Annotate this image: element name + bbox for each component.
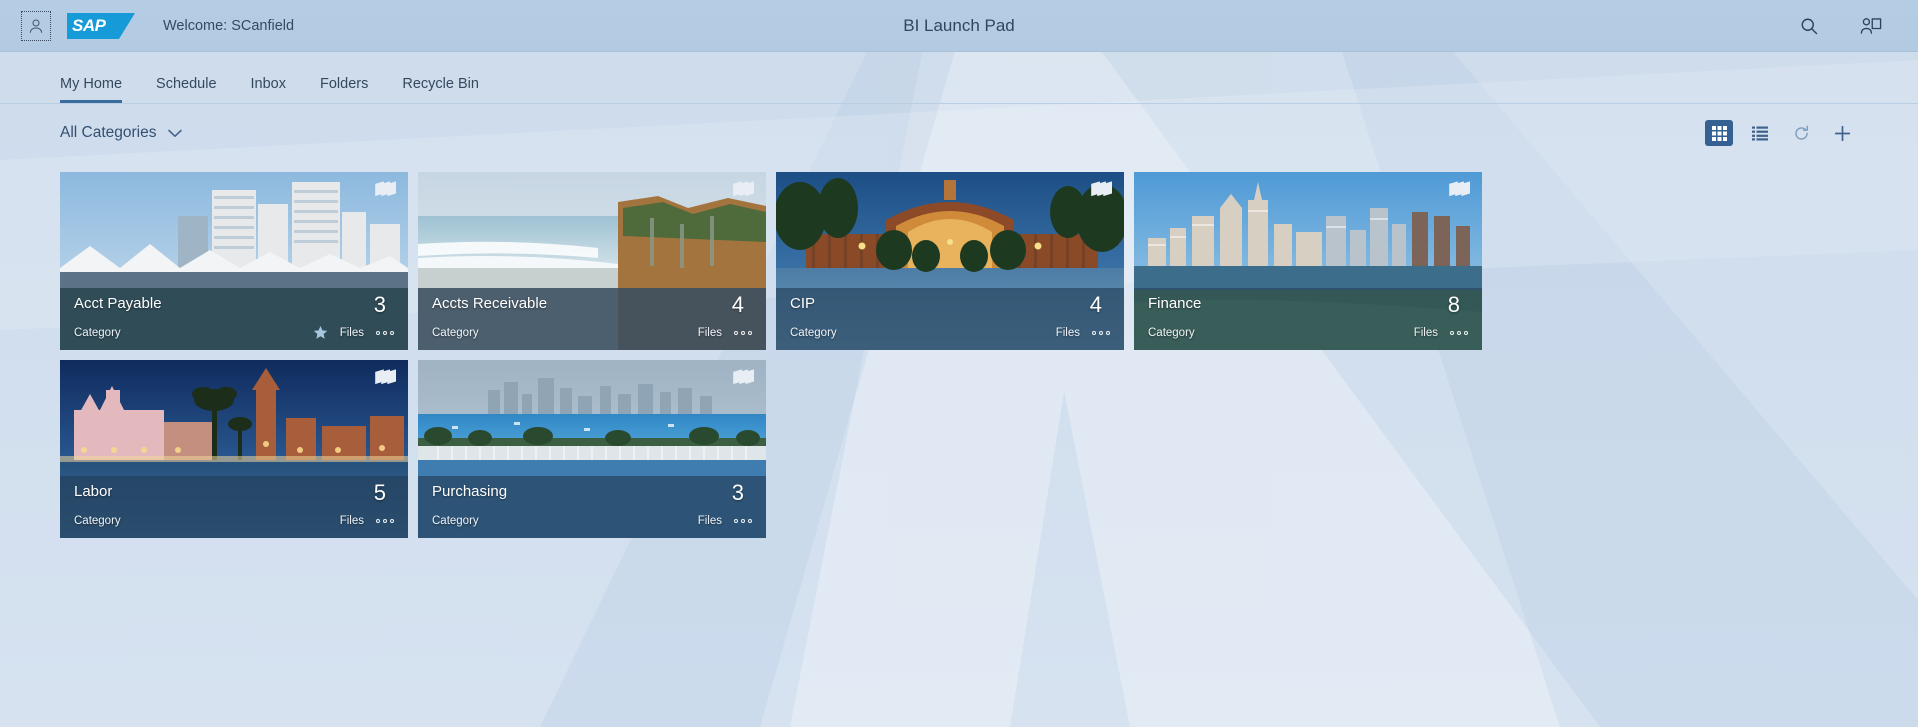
tab-my-home[interactable]: My Home	[60, 76, 139, 103]
tile-files-label: Files	[339, 326, 364, 339]
tab-list: My Home Schedule Inbox Folders Recycle B…	[30, 76, 496, 103]
main-navigation: My Home Schedule Inbox Folders Recycle B…	[0, 52, 1918, 104]
category-filter-dropdown[interactable]: All Categories	[60, 124, 182, 142]
header-actions	[1796, 13, 1884, 39]
user-card-button[interactable]	[1858, 13, 1884, 39]
more-options-button[interactable]	[734, 518, 752, 523]
tile-info-overlay: Acct Payable 3 Category Files	[60, 288, 408, 350]
tile-files-label: Files	[339, 514, 364, 527]
category-tile[interactable]: Acct Payable 3 Category Files	[60, 172, 408, 350]
layers-icon	[375, 181, 396, 197]
tile-subtitle: Category	[74, 326, 121, 339]
more-options-button[interactable]	[376, 518, 394, 523]
tab-inbox[interactable]: Inbox	[234, 76, 303, 103]
tile-title: Finance	[1148, 295, 1202, 312]
tile-info-overlay: Accts Receivable 4 Category Files	[418, 288, 766, 350]
tile-files-label: Files	[1413, 326, 1438, 339]
sap-logo: SAP	[67, 12, 135, 39]
tile-files-label: Files	[1055, 326, 1080, 339]
tile-info-overlay: Labor 5 Category Files	[60, 476, 408, 538]
refresh-icon	[1794, 125, 1808, 140]
welcome-message: Welcome: SCanfield	[163, 17, 295, 34]
tile-info-overlay: Purchasing 3 Category Files	[418, 476, 766, 538]
category-tile[interactable]: Labor 5 Category Files	[60, 360, 408, 538]
tile-view-button[interactable]	[1705, 120, 1733, 146]
grid-icon	[1711, 125, 1727, 141]
refresh-button[interactable]	[1787, 120, 1815, 146]
view-toolbar	[1705, 120, 1856, 146]
category-filter-label: All Categories	[60, 124, 157, 141]
more-options-button[interactable]	[1092, 330, 1110, 335]
tile-subtitle: Category	[432, 326, 479, 339]
tile-info-overlay: CIP 4 Category Files	[776, 288, 1124, 350]
add-button[interactable]	[1828, 120, 1856, 146]
tile-count: 4	[1089, 292, 1102, 317]
more-options-button[interactable]	[1450, 330, 1468, 335]
sap-logo-text: SAP	[72, 15, 106, 35]
tile-count: 8	[1447, 292, 1460, 317]
category-tile[interactable]: Purchasing 3 Category Files	[418, 360, 766, 538]
avatar[interactable]	[21, 10, 51, 41]
category-tile[interactable]: Finance 8 Category Files	[1134, 172, 1482, 350]
search-icon	[1801, 18, 1818, 34]
list-icon	[1752, 126, 1768, 140]
favorite-star-icon[interactable]	[313, 325, 328, 340]
tile-count: 5	[373, 480, 386, 505]
layers-icon	[1449, 181, 1470, 197]
more-options-button[interactable]	[376, 330, 394, 335]
layers-icon	[733, 181, 754, 197]
list-view-button[interactable]	[1746, 120, 1774, 146]
tile-count: 3	[373, 292, 386, 317]
tab-schedule[interactable]: Schedule	[139, 76, 233, 103]
tile-title: Accts Receivable	[432, 295, 548, 312]
tile-files-label: Files	[697, 514, 722, 527]
tile-subtitle: Category	[432, 514, 479, 527]
tile-title: Purchasing	[432, 483, 508, 500]
tile-title: CIP	[790, 295, 816, 312]
app-header: SAP Welcome: SCanfield BI Launch Pad	[0, 0, 1918, 52]
user-icon	[29, 18, 43, 33]
layers-icon	[1091, 181, 1112, 197]
tab-recycle-bin[interactable]: Recycle Bin	[385, 76, 496, 103]
tile-info-overlay: Finance 8 Category Files	[1134, 288, 1482, 350]
plus-icon	[1834, 125, 1850, 141]
search-button[interactable]	[1796, 13, 1822, 39]
tile-count: 4	[731, 292, 744, 317]
tile-subtitle: Category	[790, 326, 837, 339]
tile-files-label: Files	[697, 326, 722, 339]
user-card-icon	[1860, 17, 1882, 34]
tile-subtitle: Category	[74, 514, 121, 527]
tile-title: Labor	[74, 483, 113, 500]
more-options-button[interactable]	[734, 330, 752, 335]
category-tile[interactable]: CIP 4 Category Files	[776, 172, 1124, 350]
tile-title: Acct Payable	[74, 295, 162, 312]
chevron-down-icon	[167, 129, 182, 137]
layers-icon	[733, 369, 754, 385]
layers-icon	[375, 369, 396, 385]
tile-count: 3	[731, 480, 744, 505]
category-tile[interactable]: Accts Receivable 4 Category Files	[418, 172, 766, 350]
tab-folders[interactable]: Folders	[303, 76, 385, 103]
filter-toolbar: All Categories	[0, 104, 1918, 162]
category-tile-grid: Acct Payable 3 Category Files Accts Rece…	[0, 162, 1830, 538]
tile-subtitle: Category	[1148, 326, 1195, 339]
